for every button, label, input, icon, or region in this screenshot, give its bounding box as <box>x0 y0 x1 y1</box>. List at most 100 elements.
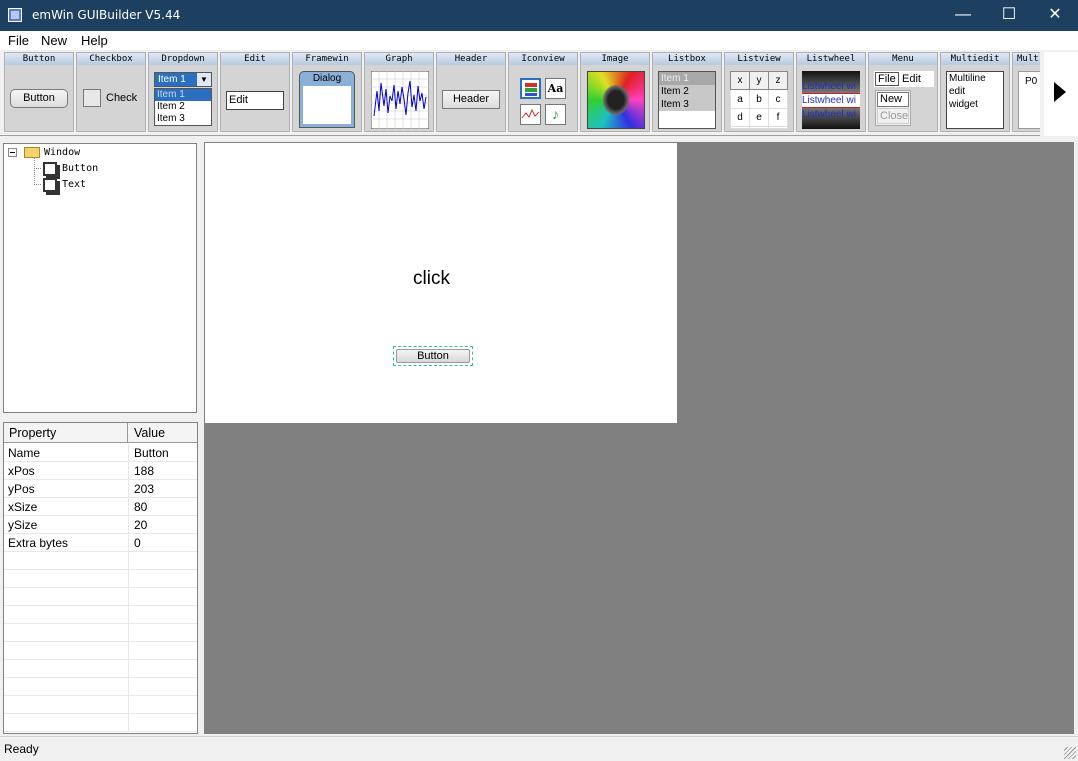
maximize-button[interactable]: ☐ <box>986 0 1032 31</box>
table-row[interactable]: xSize 80 <box>4 498 197 516</box>
tool-checkbox[interactable]: Checkbox Check <box>76 52 146 132</box>
tool-header: Listbox <box>653 53 721 65</box>
tool-listview[interactable]: Listview xyz abc def <box>724 52 794 132</box>
property-value[interactable]: 0 <box>134 536 141 550</box>
status-text: Ready <box>4 742 39 756</box>
empty-row <box>4 642 197 660</box>
resize-grip-icon[interactable] <box>1064 747 1076 759</box>
sample-menu-item: File <box>875 72 899 86</box>
chart-icon <box>520 104 541 125</box>
menu-help[interactable]: Help <box>81 33 108 48</box>
sample-image <box>587 71 645 129</box>
selected-widget-frame[interactable]: Button <box>393 346 473 366</box>
tool-multipage[interactable]: Mult P0 <box>1012 52 1040 132</box>
tool-header: Image <box>581 53 649 65</box>
tool-header: Button <box>5 53 73 65</box>
sample-listview: xyz abc def <box>730 70 788 129</box>
tool-header: Graph <box>365 53 433 65</box>
listview-cell: d <box>730 107 750 128</box>
property-value[interactable]: 80 <box>134 500 147 514</box>
close-button[interactable]: ✕ <box>1032 0 1078 31</box>
tree-node-text[interactable]: Text <box>62 179 86 190</box>
title-bar: emWin GUIBuilder V5.44 — ☐ ✕ <box>0 0 1078 31</box>
sample-framewin: Dialog <box>299 71 355 128</box>
listbox-item: Item 2 <box>659 85 715 98</box>
sample-edit: Edit <box>226 91 284 110</box>
dropdown-item: Item 3 <box>157 113 185 124</box>
table-row[interactable]: ySize 20 <box>4 516 197 534</box>
property-name: Extra bytes <box>8 536 69 550</box>
tool-menu[interactable]: Menu File Edit New Close <box>868 52 938 132</box>
tool-framewin[interactable]: Framewin Dialog <box>292 52 362 132</box>
menu-file[interactable]: File <box>8 33 29 48</box>
tool-edit[interactable]: Edit Edit <box>220 52 290 132</box>
table-row[interactable]: Name Button <box>4 444 197 462</box>
chevron-down-icon: ▼ <box>197 73 211 86</box>
tool-iconview[interactable]: Iconview Aa ♪ <box>508 52 578 132</box>
tool-header: Framewin <box>293 53 361 65</box>
column-header-property: Property <box>9 426 57 440</box>
sample-menu-item: New <box>877 92 909 107</box>
tool-multiedit[interactable]: Multiedit Multiline edit widget <box>940 52 1010 132</box>
table-row[interactable]: yPos 203 <box>4 480 197 498</box>
listview-cell: z <box>768 70 788 91</box>
status-bar: Ready <box>0 736 1078 761</box>
empty-row <box>4 552 197 570</box>
tool-dropdown[interactable]: Dropdown Item 1 ▼ Item 1 Item 2 Item 3 <box>148 52 218 132</box>
empty-row <box>4 624 197 642</box>
menu-bar: File New Help <box>0 31 1078 50</box>
tool-header: Edit <box>221 53 289 65</box>
properties-panel: Property Value Name Button xPos 188 yPos 20… <box>3 422 198 734</box>
sample-button: Button <box>10 89 68 108</box>
empty-row <box>4 696 197 714</box>
tool-listbox[interactable]: Listbox Item 1 Item 2 Item 3 <box>652 52 722 132</box>
dropdown-selected: Item 1 ▼ <box>154 72 212 87</box>
dropdown-item: Item 1 <box>155 89 211 101</box>
property-name: xPos <box>8 464 35 478</box>
dialog-window[interactable]: click Button <box>205 143 677 423</box>
dialog-text[interactable]: click <box>413 268 450 290</box>
multiedit-line: Multiline <box>949 73 986 84</box>
empty-row <box>4 714 197 732</box>
properties-header: Property Value <box>4 423 197 443</box>
property-value[interactable]: Button <box>134 446 169 460</box>
listwheel-item: Listwheel wi <box>802 109 856 120</box>
empty-row <box>4 678 197 696</box>
table-row[interactable]: Extra bytes 0 <box>4 534 197 552</box>
tool-header: Iconview <box>509 53 577 65</box>
property-value[interactable]: 20 <box>134 518 147 532</box>
property-name: ySize <box>8 518 38 532</box>
tool-header: Dropdown <box>149 53 217 65</box>
toolbar-scroll-right[interactable] <box>1044 52 1078 136</box>
tool-header: Header <box>437 53 505 65</box>
property-value[interactable]: 188 <box>134 464 154 478</box>
listview-cell: f <box>768 107 788 128</box>
minimize-button[interactable]: — <box>940 0 986 31</box>
menu-new[interactable]: New <box>41 33 67 48</box>
tree-node-window[interactable]: Window <box>44 147 80 158</box>
empty-row <box>4 606 197 624</box>
listview-cell: e <box>749 107 769 128</box>
checkbox-box <box>83 89 101 107</box>
font-icon: Aa <box>545 78 566 99</box>
framewin-caption: Dialog <box>312 73 342 84</box>
multiedit-line: edit <box>949 86 966 97</box>
property-name: yPos <box>8 482 35 496</box>
listview-cell: b <box>749 89 769 109</box>
tool-header-widget[interactable]: Header Header <box>436 52 506 132</box>
design-canvas[interactable]: click Button <box>204 142 1074 734</box>
arrow-right-icon <box>1054 82 1066 102</box>
tree-node-button[interactable]: Button <box>62 163 98 174</box>
tool-image[interactable]: Image <box>580 52 650 132</box>
sample-menu-bar: File Edit <box>874 71 934 87</box>
property-name: Name <box>8 446 41 460</box>
property-value[interactable]: 203 <box>134 482 154 496</box>
dialog-button[interactable]: Button <box>396 349 470 363</box>
sample-menu-item: Close <box>877 108 909 124</box>
tool-listwheel[interactable]: Listwheel Listwheel wi Listwheel wi List… <box>796 52 866 132</box>
tool-graph[interactable]: Graph <box>364 52 434 132</box>
widget-icon <box>43 178 57 192</box>
tool-header: Listwheel <box>797 53 865 65</box>
table-row[interactable]: xPos 188 <box>4 462 197 480</box>
tool-button[interactable]: Button Button <box>4 52 74 132</box>
